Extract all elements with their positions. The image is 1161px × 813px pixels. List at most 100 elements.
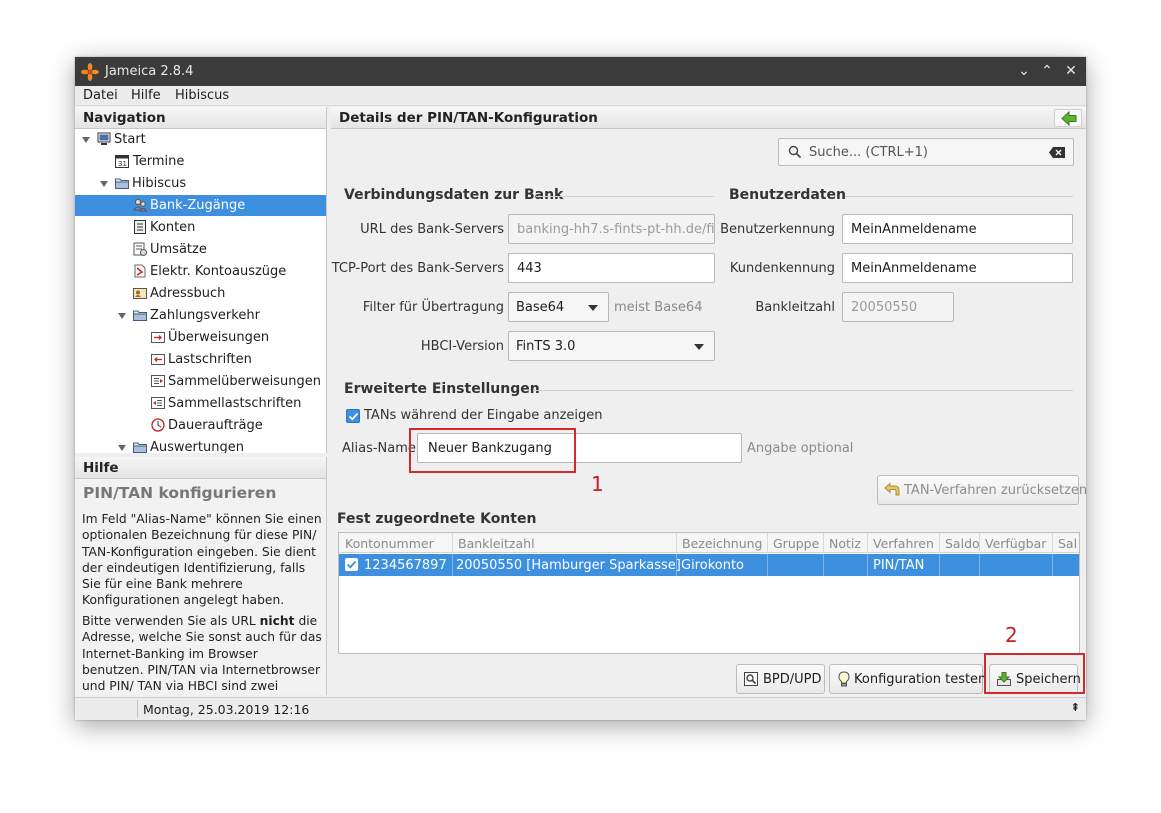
accounts-section-title: Fest zugeordnete Konten (337, 511, 537, 527)
tree-item-label: Zahlungsverkehr (150, 308, 260, 323)
table-row[interactable]: 1234567897 20050550 [Hamburger Sparkasse… (339, 554, 1079, 576)
svg-text:31: 31 (118, 160, 127, 168)
column-divider (823, 533, 824, 553)
column-divider (939, 554, 940, 576)
tree-item-umsaetze[interactable]: Umsätze (75, 239, 326, 260)
reset-tan-button[interactable]: TAN-Verfahren zurücksetzen (877, 475, 1087, 505)
tree-item-start[interactable]: Start (75, 129, 326, 150)
userid-field[interactable]: MeinAnmeldename (842, 214, 1073, 244)
tree-item-bank-zugaenge[interactable]: Bank-Zugänge (75, 195, 326, 216)
tree-item-termine[interactable]: 31 Termine (75, 151, 326, 172)
tree-item-dauerauftraege[interactable]: Daueraufträge (75, 415, 326, 436)
batch-debit-icon (151, 397, 165, 409)
column-header-verfuegbar[interactable]: Verfügbar (985, 536, 1046, 551)
url-field[interactable]: banking-hh7.s-fints-pt-hh.de/fir (508, 214, 715, 244)
checkmark-icon (348, 412, 359, 421)
close-button[interactable]: ✕ (1062, 62, 1080, 80)
expand-arrow-icon[interactable] (100, 181, 108, 187)
tree-item-auswertungen[interactable]: Auswertungen (75, 437, 326, 453)
back-button[interactable] (1054, 109, 1082, 127)
column-header-bankleitzahl[interactable]: Bankleitzahl (458, 536, 535, 551)
tree-item-sammellastschriften[interactable]: Sammellastschriften (75, 393, 326, 414)
tree-item-label: Umsätze (150, 242, 207, 257)
tree-item-kontoauszuege[interactable]: Elektr. Kontoauszüge (75, 261, 326, 282)
search-input[interactable]: Suche... (CTRL+1) (778, 138, 1074, 166)
filter-label: Filter für Übertragung (362, 300, 504, 315)
menu-hilfe[interactable]: Hilfe (131, 88, 161, 103)
annotation-highlight-alias (409, 428, 576, 473)
tree-item-label: Termine (133, 154, 185, 169)
annotation-highlight-save (984, 653, 1085, 694)
column-divider (979, 554, 980, 576)
column-divider (676, 554, 677, 576)
row-checkbox[interactable] (345, 558, 358, 571)
tree-item-label: Konten (150, 220, 196, 235)
port-field[interactable]: 443 (508, 253, 715, 283)
column-header-notiz[interactable]: Notiz (829, 536, 861, 551)
expand-arrow-icon[interactable] (118, 313, 126, 319)
minimize-button[interactable]: ⌄ (1015, 62, 1033, 80)
debit-icon (151, 354, 165, 365)
tree-item-label: Bank-Zugänge (150, 198, 246, 213)
folder-open-icon (133, 310, 147, 321)
column-header-bezeichnung[interactable]: Bezeichnung (682, 536, 763, 551)
tree-item-konten[interactable]: Konten (75, 217, 326, 238)
column-header-gruppe[interactable]: Gruppe (773, 536, 819, 551)
green-back-arrow-icon (1061, 111, 1077, 126)
column-divider (452, 533, 453, 553)
column-divider (452, 554, 453, 576)
show-tan-checkbox[interactable] (346, 409, 360, 423)
tree-item-adressbuch[interactable]: Adressbuch (75, 283, 326, 304)
pdf-icon (134, 264, 146, 278)
menu-bar: Datei Hilfe Hibiscus (75, 86, 1086, 106)
account-icon (134, 220, 146, 234)
column-header-saldo-extra[interactable]: Sal (1058, 536, 1077, 551)
blz-field[interactable]: 20050550 (842, 292, 954, 322)
column-divider (1052, 533, 1053, 553)
customer-id-field[interactable]: MeinAnmeldename (842, 253, 1073, 283)
tree-item-sammelueberweisungen[interactable]: Sammelüberweisungen (75, 371, 326, 392)
clock-icon (151, 418, 165, 432)
accounts-table[interactable]: Kontonummer Bankleitzahl Bezeichnung Gru… (338, 532, 1080, 654)
folder-open-icon (133, 442, 147, 453)
user-section-title: Benutzerdaten (729, 187, 846, 203)
status-bar: Montag, 25.03.2019 12:16 ⇞ (75, 697, 1086, 720)
test-configuration-button[interactable]: Konfiguration testen (829, 664, 987, 694)
table-header: Kontonummer Bankleitzahl Bezeichnung Gru… (339, 533, 1079, 553)
app-window: Jameica 2.8.4 ⌄ ⌃ ✕ Datei Hilfe Hibiscus… (75, 57, 1087, 720)
tree-item-hibiscus[interactable]: Hibiscus (75, 173, 326, 194)
cell-kontonummer: 1234567897 (364, 558, 447, 573)
maximize-button[interactable]: ⌃ (1038, 62, 1056, 80)
filter-select[interactable]: Base64 (508, 292, 609, 322)
bpd-upd-button[interactable]: BPD/UPD (736, 664, 825, 694)
cell-verfahren: PIN/TAN (873, 558, 925, 573)
column-header-saldo[interactable]: Saldo (945, 536, 980, 551)
expand-arrow-icon[interactable] (118, 445, 126, 451)
annotation-number-2: 2 (1005, 623, 1018, 647)
checkmark-icon (346, 560, 357, 569)
column-header-verfahren[interactable]: Verfahren (873, 536, 934, 551)
users-icon (133, 199, 147, 212)
tree-item-label: Hibiscus (132, 176, 187, 191)
clear-search-icon[interactable] (1049, 147, 1065, 158)
section-divider (845, 196, 1073, 197)
show-tan-label[interactable]: TANs während der Eingabe anzeigen (364, 408, 603, 423)
connection-section-title: Verbindungsdaten zur Bank (344, 187, 564, 203)
column-divider (867, 533, 868, 553)
hbci-version-select[interactable]: FinTS 3.0 (508, 331, 715, 361)
tree-item-zahlungsverkehr[interactable]: Zahlungsverkehr (75, 305, 326, 326)
menu-datei[interactable]: Datei (83, 88, 118, 103)
tree-item-ueberweisungen[interactable]: Überweisungen (75, 327, 326, 348)
column-header-kontonummer[interactable]: Kontonummer (345, 536, 434, 551)
column-divider (823, 554, 824, 576)
section-divider (533, 390, 1073, 391)
tree-item-lastschriften[interactable]: Lastschriften (75, 349, 326, 370)
tree-item-label: Überweisungen (168, 330, 270, 345)
transfer-icon (151, 332, 165, 343)
expand-arrow-icon[interactable] (82, 137, 90, 143)
url-label: URL des Bank-Servers (360, 222, 504, 237)
test-configuration-label: Konfiguration testen (854, 672, 987, 687)
column-divider (767, 554, 768, 576)
menu-hibiscus[interactable]: Hibiscus (175, 88, 229, 103)
expand-log-icon[interactable]: ⇞ (1071, 701, 1080, 714)
